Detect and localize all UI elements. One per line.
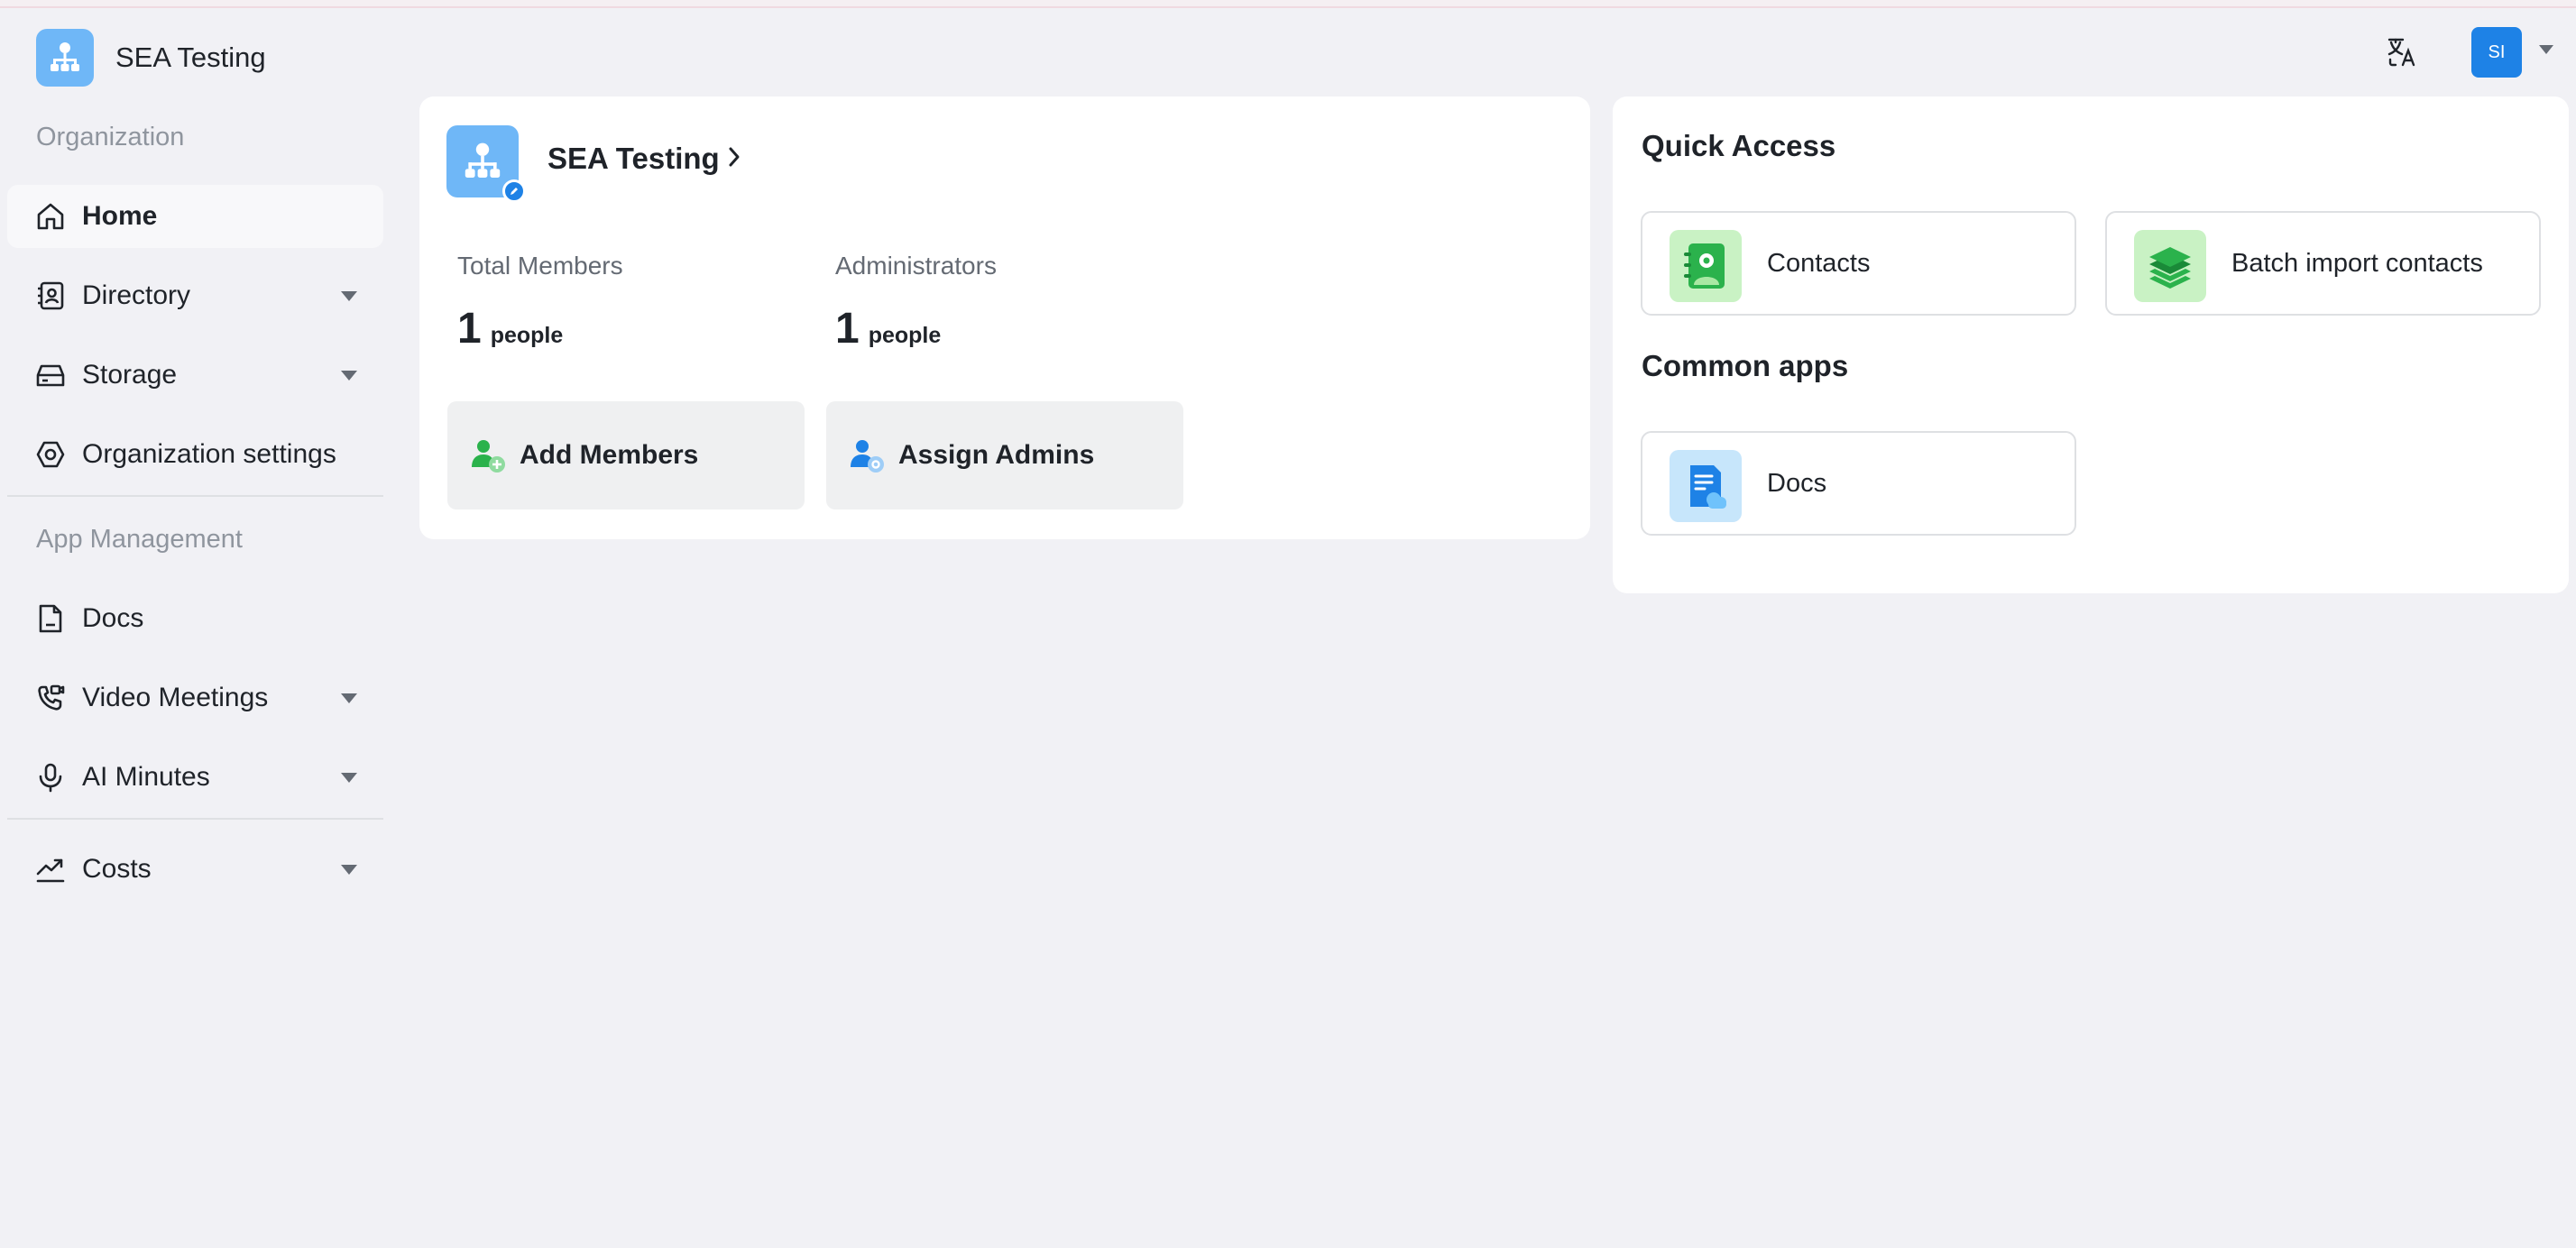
tile-label: Docs — [1767, 469, 1827, 498]
contacts-book-icon — [34, 280, 67, 312]
org-title-link[interactable]: SEA Testing — [547, 142, 741, 176]
tile-label: Batch import contacts — [2231, 249, 2483, 278]
add-user-icon — [469, 436, 507, 474]
sidebar-divider — [7, 495, 383, 497]
microphone-icon — [34, 761, 67, 794]
stat-value: 1 — [835, 305, 860, 353]
chevron-down-icon — [341, 772, 357, 783]
org-name: SEA Testing — [115, 41, 266, 73]
sidebar-divider — [7, 818, 383, 820]
assign-admins-button[interactable]: Assign Admins — [826, 401, 1183, 509]
action-label: Add Members — [520, 440, 699, 470]
sidebar-item-label: Home — [82, 201, 158, 231]
sidebar-item-label: Organization settings — [82, 439, 336, 469]
stat-total-members: 1 people — [457, 304, 563, 353]
avatar[interactable]: SI — [2471, 27, 2522, 78]
sidebar-item-docs[interactable]: Docs — [7, 587, 383, 650]
chevron-down-icon — [341, 693, 357, 703]
admin-user-icon — [848, 436, 886, 474]
chevron-down-icon — [341, 370, 357, 381]
quick-access-heading: Quick Access — [1642, 129, 1836, 162]
contacts-app-icon — [1670, 230, 1742, 302]
sidebar-group-app-management: App Management — [36, 525, 243, 554]
sidebar-item-label: Video Meetings — [82, 683, 269, 712]
document-icon — [34, 602, 67, 635]
chevron-right-icon — [727, 142, 741, 176]
sidebar-item-ai-minutes[interactable]: AI Minutes — [7, 746, 383, 809]
stat-administrators: 1 people — [835, 304, 941, 353]
brand[interactable]: SEA Testing — [36, 29, 266, 87]
stat-value: 1 — [457, 305, 482, 353]
contacts-tile[interactable]: Contacts — [1641, 211, 2076, 316]
stat-unit: people — [490, 323, 564, 348]
sidebar-item-storage[interactable]: Storage — [7, 344, 383, 407]
chevron-down-icon[interactable] — [2538, 43, 2554, 60]
video-call-icon — [34, 682, 67, 714]
storage-drive-icon — [34, 359, 67, 391]
sidebar-item-label: Directory — [82, 280, 191, 310]
chevron-down-icon — [341, 290, 357, 301]
sidebar-item-directory[interactable]: Directory — [7, 264, 383, 327]
org-overview-card: SEA Testing Total Members 1 people Admin… — [419, 96, 1590, 539]
trend-chart-icon — [34, 853, 67, 886]
action-label: Assign Admins — [898, 440, 1095, 470]
sidebar-item-label: Costs — [82, 854, 152, 884]
sidebar-item-label: AI Minutes — [82, 762, 210, 792]
sidebar-item-label: Docs — [82, 603, 144, 633]
tile-label: Contacts — [1767, 249, 1871, 278]
sidebar-item-home[interactable]: Home — [7, 185, 383, 248]
quick-access-card: Quick Access Contacts Batch import conta… — [1613, 96, 2569, 593]
sidebar-item-label: Storage — [82, 360, 178, 390]
org-logo-icon — [36, 29, 94, 87]
docs-tile[interactable]: Docs — [1641, 431, 2076, 536]
add-members-button[interactable]: Add Members — [447, 401, 805, 509]
home-icon — [34, 200, 67, 233]
top-border — [0, 0, 2576, 8]
docs-app-icon — [1670, 450, 1742, 522]
org-title: SEA Testing — [547, 142, 720, 175]
settings-icon — [34, 438, 67, 471]
chevron-down-icon — [341, 864, 357, 875]
batch-import-contacts-tile[interactable]: Batch import contacts — [2105, 211, 2541, 316]
stat-total-members-label: Total Members — [457, 252, 623, 280]
sidebar-item-video-meetings[interactable]: Video Meetings — [7, 666, 383, 730]
translate-icon[interactable] — [2381, 34, 2424, 70]
stat-unit: people — [868, 323, 942, 348]
stat-administrators-label: Administrators — [835, 252, 997, 280]
layers-import-icon — [2134, 230, 2206, 302]
sidebar-item-costs[interactable]: Costs — [7, 838, 383, 901]
sidebar-item-organization-settings[interactable]: Organization settings — [7, 423, 383, 486]
common-apps-heading: Common apps — [1642, 349, 1849, 382]
edit-icon[interactable] — [502, 179, 526, 203]
sidebar-group-organization: Organization — [36, 123, 185, 151]
